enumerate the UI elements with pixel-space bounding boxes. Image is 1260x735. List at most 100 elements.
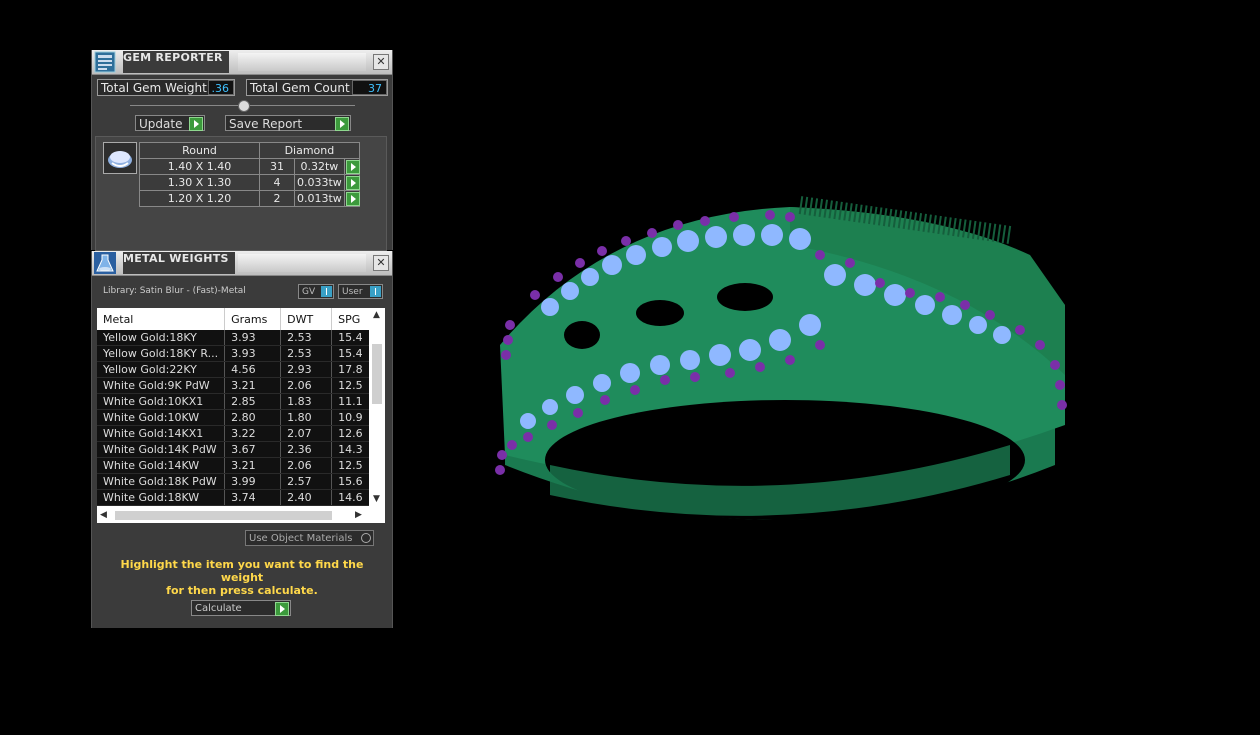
gem-weight: 0.033tw: [294, 174, 345, 191]
grams-value: 3.21: [224, 377, 282, 394]
metal-name: White Gold:10KX1: [97, 393, 226, 410]
metal-name: Yellow Gold:22KY: [97, 361, 226, 378]
total-gem-count-value: 37: [352, 80, 387, 95]
dwt-value: 2.53: [280, 330, 333, 346]
scrollbar-thumb[interactable]: [372, 344, 382, 404]
gem-weight: 0.013tw: [294, 190, 345, 207]
dwt-value: 2.93: [280, 361, 333, 378]
use-object-materials-label: Use Object Materials: [249, 533, 353, 544]
play-icon: [345, 176, 360, 190]
chevron-left-icon[interactable]: ◀: [100, 510, 107, 520]
save-report-button[interactable]: Save Report: [225, 115, 351, 131]
gem-count: 2: [259, 190, 295, 207]
metal-name: White Gold:14KW: [97, 457, 226, 474]
table-row[interactable]: White Gold:14K PdW 3.67 2.36 14.3: [97, 441, 380, 458]
gem-size: 1.20 X 1.20: [139, 190, 260, 207]
table-row[interactable]: Yellow Gold:18KY 3.93 2.53 15.4: [97, 330, 380, 346]
grams-value: 4.56: [224, 361, 282, 378]
table-row[interactable]: White Gold:10KX1 2.85 1.83 11.1: [97, 393, 380, 410]
grams-value: 3.67: [224, 441, 282, 458]
titlebar-fill: [238, 254, 366, 272]
dwt-value: 2.07: [280, 425, 333, 442]
metal-name: White Gold:14K PdW: [97, 441, 226, 458]
gem-row[interactable]: 1.40 X 1.40 31 0.32tw: [139, 158, 360, 175]
user-toggle[interactable]: User: [338, 284, 383, 299]
gem-count: 31: [259, 158, 295, 175]
dwt-value: 2.36: [280, 441, 333, 458]
metal-table-container: Metal Grams DWT SPG Yellow Gold:18KY 3.93…: [97, 308, 385, 523]
hint-line: for then press calculate.: [166, 584, 318, 597]
grams-value: 2.85: [224, 393, 282, 410]
material-header: Diamond: [259, 142, 360, 159]
gem-row[interactable]: 1.30 X 1.30 4 0.033tw: [139, 174, 360, 191]
column-header[interactable]: Metal: [97, 308, 226, 330]
table-row[interactable]: White Gold:14KW 3.21 2.06 12.5: [97, 457, 380, 474]
vertical-scrollbar[interactable]: ▲ ▼: [369, 308, 385, 508]
calculate-label: Calculate: [195, 603, 242, 614]
gem-row-go-button[interactable]: [343, 190, 360, 207]
column-header[interactable]: DWT: [280, 308, 333, 330]
metal-name: White Gold:10KW: [97, 409, 226, 426]
metal-table: Metal Grams DWT SPG Yellow Gold:18KY 3.93…: [97, 308, 380, 506]
update-label: Update: [139, 117, 183, 131]
hint-text: Highlight the item you want to find the …: [102, 558, 382, 597]
dwt-value: 1.80: [280, 409, 333, 426]
play-icon: [275, 602, 289, 616]
table-row[interactable]: White Gold:18KW 3.74 2.40 14.6: [97, 489, 380, 506]
gv-label: GV: [302, 287, 316, 297]
table-row[interactable]: White Gold:14KX1 3.22 2.07 12.6: [97, 425, 380, 442]
scrollbar-thumb[interactable]: [115, 511, 332, 520]
library-label: Library: Satin Blur - (Fast)-Metal: [103, 286, 246, 296]
toggle-indicator-icon: [321, 286, 332, 297]
save-report-label: Save Report: [229, 117, 303, 131]
panel-slider-knob[interactable]: [238, 100, 250, 112]
chevron-down-icon[interactable]: ▼: [373, 494, 380, 504]
metal-weights-panel: METAL WEIGHTS ✕ Library: Satin Blur - (F…: [91, 251, 393, 628]
table-row[interactable]: White Gold:18K PdW 3.99 2.57 15.6: [97, 473, 380, 490]
gem-table: Round Diamond 1.40 X 1.40 31 0.32tw 1.30…: [139, 142, 360, 207]
chevron-up-icon[interactable]: ▲: [373, 310, 380, 320]
gem-reporter-title: GEM REPORTER: [123, 51, 229, 73]
total-gem-weight-label: Total Gem Weight: [101, 81, 207, 95]
table-row[interactable]: Yellow Gold:18KY R... 3.93 2.53 15.4: [97, 345, 380, 362]
close-icon[interactable]: ✕: [373, 255, 389, 271]
gv-toggle[interactable]: GV: [298, 284, 334, 299]
round-diamond-icon[interactable]: [103, 142, 137, 174]
gem-row[interactable]: 1.20 X 1.20 2 0.013tw: [139, 190, 360, 207]
horizontal-scrollbar[interactable]: ◀ ▶: [97, 508, 369, 523]
dwt-value: 2.57: [280, 473, 333, 490]
metal-weights-titlebar[interactable]: METAL WEIGHTS ✕: [92, 251, 392, 276]
ring-3d-viewport[interactable]: [490, 195, 1080, 545]
radio-icon: [361, 533, 371, 543]
play-icon: [335, 117, 349, 131]
metal-name: White Gold:18K PdW: [97, 473, 226, 490]
flask-icon: [94, 252, 116, 274]
table-row[interactable]: Yellow Gold:22KY 4.56 2.93 17.8: [97, 361, 380, 378]
update-button[interactable]: Update: [135, 115, 205, 131]
table-row[interactable]: White Gold:10KW 2.80 1.80 10.9: [97, 409, 380, 426]
close-icon[interactable]: ✕: [373, 54, 389, 70]
chevron-right-icon[interactable]: ▶: [355, 510, 362, 520]
dwt-value: 2.06: [280, 377, 333, 394]
play-icon: [189, 117, 203, 131]
report-icon: [94, 51, 116, 73]
calculate-button[interactable]: Calculate: [191, 600, 291, 616]
gem-row-go-button[interactable]: [343, 158, 360, 175]
total-gem-weight-value: .36: [208, 80, 234, 95]
titlebar-fill: [238, 53, 366, 71]
ring-band: [500, 196, 1065, 520]
gem-reporter-panel: GEM REPORTER ✕ Total Gem Weight .36 Tota…: [91, 50, 393, 251]
dwt-value: 2.53: [280, 345, 333, 362]
table-row[interactable]: White Gold:9K PdW 3.21 2.06 12.5: [97, 377, 380, 394]
grams-value: 2.80: [224, 409, 282, 426]
grams-value: 3.99: [224, 473, 282, 490]
column-header[interactable]: Grams: [224, 308, 282, 330]
play-icon: [345, 192, 360, 206]
metal-weights-title: METAL WEIGHTS: [123, 252, 235, 274]
gem-row-go-button[interactable]: [343, 174, 360, 191]
dwt-value: 2.40: [280, 489, 333, 506]
grams-value: 3.74: [224, 489, 282, 506]
gem-size: 1.30 X 1.30: [139, 174, 260, 191]
use-object-materials-toggle[interactable]: Use Object Materials: [245, 530, 374, 546]
gem-reporter-titlebar[interactable]: GEM REPORTER ✕: [92, 50, 392, 75]
